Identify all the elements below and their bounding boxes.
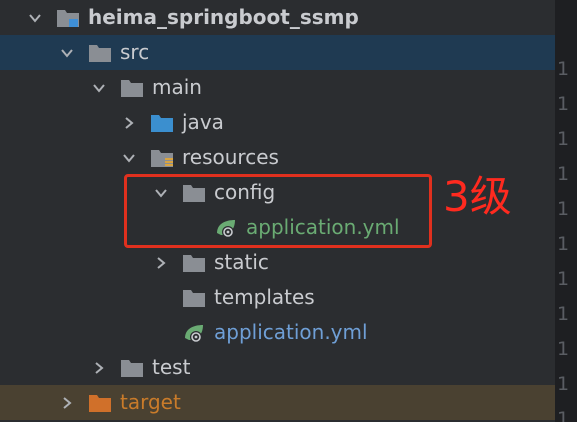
tree-item-label: heima_springboot_ssmp: [88, 5, 359, 29]
line-number: 1: [557, 58, 570, 80]
chevron-down-icon[interactable]: [60, 46, 74, 60]
tree-item-label: resources: [182, 145, 279, 169]
chevron-down-icon[interactable]: [92, 81, 106, 95]
chevron-right-icon[interactable]: [60, 396, 74, 410]
annotation-level-text: 3级: [443, 172, 512, 221]
chevron-right-icon[interactable]: [92, 361, 106, 375]
chevron-right-icon[interactable]: [154, 256, 168, 270]
line-number: 1: [557, 198, 570, 220]
spring-config-icon: [182, 322, 206, 344]
tree-item-templates[interactable]: templates: [0, 280, 555, 315]
tree-item-label: test: [152, 355, 191, 379]
tree-item-resources-application-yml[interactable]: application.yml: [0, 315, 555, 350]
tree-item-project-root[interactable]: heima_springboot_ssmp: [0, 0, 555, 35]
line-number: 1: [557, 128, 570, 150]
chevron-right-icon[interactable]: [122, 116, 136, 130]
folder-icon: [182, 252, 206, 274]
folder-icon: [182, 287, 206, 309]
tree-item-static[interactable]: static: [0, 245, 555, 280]
chevron-down-icon[interactable]: [28, 11, 42, 25]
line-number: 1: [557, 338, 570, 360]
folder-icon: [120, 77, 144, 99]
tree-item-label: templates: [214, 285, 315, 309]
tree-item-label: main: [152, 75, 202, 99]
source-folder-icon: [150, 112, 174, 134]
chevron-down-icon[interactable]: [122, 151, 136, 165]
tree-item-label: target: [120, 390, 181, 414]
line-number: 1: [557, 303, 570, 325]
tree-item-test[interactable]: test: [0, 350, 555, 385]
project-tree: heima_springboot_ssmp src main java reso…: [0, 0, 555, 422]
tree-item-target[interactable]: target: [0, 385, 555, 420]
editor-gutter: 1 1 1 1 1 1 1 1 1 1 1: [555, 0, 577, 422]
line-number: 1: [557, 373, 570, 395]
line-number: 1: [557, 233, 570, 255]
line-number: 1: [557, 268, 570, 290]
tree-item-label: java: [182, 110, 224, 134]
tree-item-src[interactable]: src: [0, 35, 555, 70]
folder-icon: [88, 42, 112, 64]
line-number: 1: [557, 93, 570, 115]
tree-item-label: application.yml: [214, 320, 368, 344]
tree-item-main[interactable]: main: [0, 70, 555, 105]
resources-folder-icon: [150, 147, 174, 169]
module-folder-icon: [56, 7, 80, 29]
line-number: 1: [557, 408, 570, 422]
folder-icon: [120, 357, 144, 379]
tree-item-label: static: [214, 250, 269, 274]
tree-item-label: src: [120, 40, 150, 64]
tree-item-java[interactable]: java: [0, 105, 555, 140]
excluded-folder-icon: [88, 392, 112, 414]
tree-item-resources[interactable]: resources: [0, 140, 555, 175]
annotation-highlight-box: [124, 174, 432, 248]
line-number: 1: [557, 163, 570, 185]
